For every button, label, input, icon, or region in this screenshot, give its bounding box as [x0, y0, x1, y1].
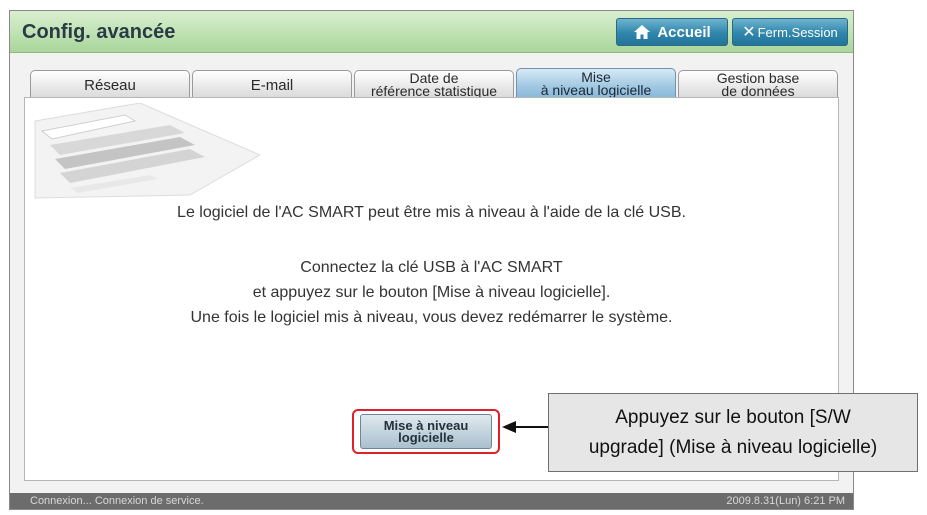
tab-reseau[interactable]: Réseau [30, 70, 190, 99]
tab-label: Réseau [84, 76, 136, 94]
home-button[interactable]: Accueil [616, 18, 728, 46]
logout-button-label: Ferm.Session [757, 24, 838, 40]
callout-arrow-icon [502, 421, 550, 433]
software-upgrade-button-highlight: Mise à niveau logicielle [352, 409, 500, 454]
status-text: Connexion... Connexion de service. [30, 495, 204, 507]
title-bar: Config. avancée Accueil ✕ Ferm.Session [10, 11, 853, 53]
tab-gestion-base[interactable]: Gestion base de données [678, 70, 838, 99]
status-bar: Connexion... Connexion de service. 2009.… [10, 493, 853, 509]
info-line-2: Connectez la clé USB à l'AC SMART [300, 259, 563, 276]
status-datetime: 2009.8.31(Lun) 6:21 PM [726, 495, 845, 507]
tab-label: E-mail [250, 76, 294, 94]
info-line-3: et appuyez sur le bouton [Mise à niveau … [252, 284, 611, 301]
info-line-4: Une fois le logiciel mis à niveau, vous … [190, 309, 673, 326]
instruction-callout: Appuyez sur le bouton [S/W upgrade] (Mis… [548, 393, 918, 472]
logout-button[interactable]: ✕ Ferm.Session [732, 18, 848, 46]
callout-line2: upgrade] (Mise à niveau logicielle) [588, 436, 878, 458]
info-line-1: Le logiciel de l'AC SMART peut être mis … [177, 204, 686, 221]
upgrade-button-line2: logicielle [398, 429, 454, 445]
tab-label-line2: à niveau logicielle [540, 82, 652, 98]
tab-email[interactable]: E-mail [192, 70, 352, 99]
page-title: Config. avancée [22, 21, 176, 43]
software-upgrade-button[interactable]: Mise à niveau logicielle [360, 414, 492, 449]
callout-line1: Appuyez sur le bouton [S/W [615, 406, 851, 428]
close-icon: ✕ [742, 24, 756, 41]
home-icon [634, 25, 651, 39]
tab-date-reference[interactable]: Date de référence statistique [354, 70, 514, 99]
tab-mise-a-niveau[interactable]: Mise à niveau logicielle [516, 68, 676, 99]
home-button-label: Accueil [657, 23, 711, 41]
